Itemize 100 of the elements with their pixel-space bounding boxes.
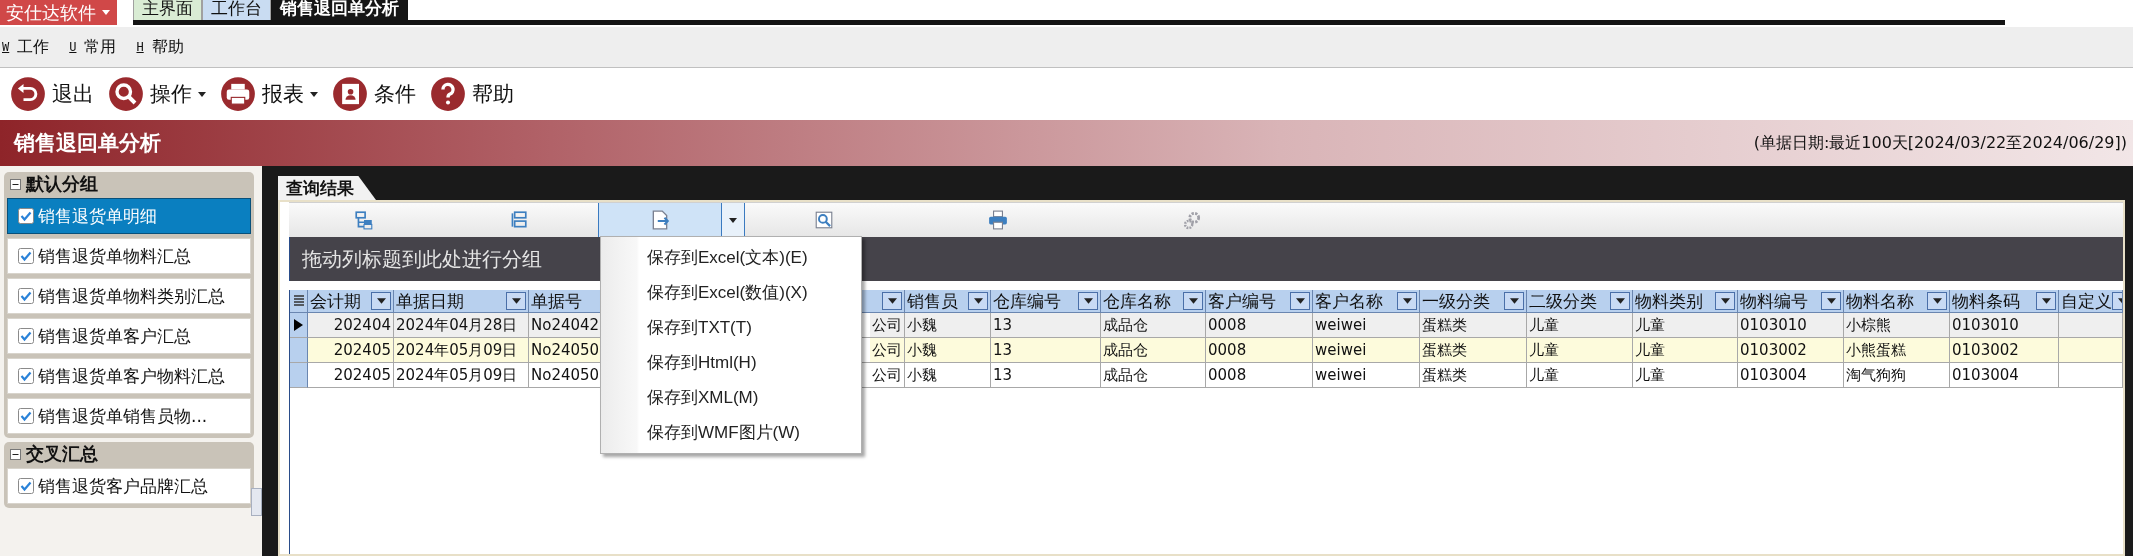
date-range-text: (单据日期:最近100天[2024/03/22至2024/06/29]) bbox=[1753, 132, 2127, 154]
filter-dropdown[interactable] bbox=[506, 292, 526, 310]
collapse-icon[interactable] bbox=[10, 178, 21, 190]
toolbar-button[interactable]: 条件 bbox=[332, 76, 416, 112]
menu-item[interactable]: 保存到XML(M) bbox=[601, 380, 861, 415]
menu-item[interactable]: W 工作 bbox=[2, 36, 50, 58]
row-indicator[interactable] bbox=[290, 313, 308, 338]
checkbox[interactable] bbox=[18, 478, 34, 494]
column-header[interactable]: 仓库名称 bbox=[1101, 290, 1206, 313]
filter-dropdown[interactable] bbox=[968, 292, 988, 310]
column-header[interactable]: 物料编号 bbox=[1738, 290, 1844, 313]
filter-dropdown[interactable] bbox=[1610, 292, 1630, 310]
dropdown-button[interactable] bbox=[722, 203, 745, 237]
results-tab[interactable]: 查询结果 bbox=[278, 176, 376, 200]
filter-dropdown[interactable] bbox=[1715, 292, 1735, 310]
table-cell: 蛋糕类 bbox=[1420, 338, 1527, 363]
sidebar-item[interactable]: 销售退货单客户物料汇总 bbox=[7, 358, 251, 394]
table-cell: 公司 bbox=[870, 313, 904, 337]
toolbar-button[interactable] bbox=[598, 203, 722, 237]
sidebar-item[interactable]: 销售退货单客户汇总 bbox=[7, 318, 251, 354]
shortcut-key: W bbox=[2, 40, 10, 54]
table-cell: 202404 bbox=[308, 313, 394, 338]
menu-item[interactable]: H 帮助 bbox=[136, 36, 184, 58]
tab[interactable]: 销售退回单分析 bbox=[271, 0, 408, 20]
filter-dropdown[interactable] bbox=[882, 292, 902, 310]
sidebar-item[interactable]: 销售退货客户品牌汇总 bbox=[7, 468, 251, 504]
tab[interactable]: 工作台 bbox=[202, 0, 271, 20]
caret-icon bbox=[376, 298, 386, 304]
menu-item[interactable]: U 常用 bbox=[69, 36, 117, 58]
filter-dropdown[interactable] bbox=[1821, 292, 1841, 310]
menu-item[interactable]: 保存到TXT(T) bbox=[601, 310, 861, 345]
current-row-icon bbox=[294, 319, 303, 331]
checkbox[interactable] bbox=[18, 328, 34, 344]
filter-dropdown[interactable] bbox=[1927, 292, 1947, 310]
table-cell: 0008 bbox=[1206, 313, 1313, 338]
table-cell: 0008 bbox=[1206, 338, 1313, 363]
filter-dropdown[interactable] bbox=[371, 292, 391, 310]
column-header[interactable]: 仓库编号 bbox=[991, 290, 1101, 313]
caret-icon bbox=[1932, 298, 1942, 304]
filter-dropdown[interactable] bbox=[1078, 292, 1098, 310]
table-cell: No24050 bbox=[529, 338, 602, 362]
column-header[interactable]: 物料名称 bbox=[1844, 290, 1950, 313]
filter-dropdown[interactable] bbox=[1397, 292, 1417, 310]
column-header[interactable]: 二级分类 bbox=[1527, 290, 1633, 313]
toolbar-button[interactable]: 退出 bbox=[10, 76, 94, 112]
checkbox[interactable] bbox=[18, 248, 34, 264]
menu-item[interactable]: 保存到WMF图片(W) bbox=[601, 415, 861, 450]
table-cell: 202405 bbox=[308, 338, 394, 363]
column-chooser-icon[interactable] bbox=[290, 290, 308, 313]
caret-icon bbox=[1188, 298, 1198, 304]
checkbox[interactable] bbox=[18, 368, 34, 384]
filter-dropdown[interactable] bbox=[1290, 292, 1310, 310]
checkbox[interactable] bbox=[18, 208, 34, 224]
group-title: 交叉汇总 bbox=[26, 442, 98, 466]
column-header[interactable]: 物料类别 bbox=[1633, 290, 1738, 313]
table-cell: 0103010 bbox=[1950, 313, 2059, 338]
menu-item[interactable]: 保存到Html(H) bbox=[601, 345, 861, 380]
menu-item[interactable]: 保存到Excel(数值)(X) bbox=[601, 275, 861, 310]
table-cell: 成品仓 bbox=[1101, 363, 1206, 388]
printer-icon bbox=[988, 210, 1008, 230]
search-icon bbox=[108, 76, 144, 112]
caret-icon bbox=[729, 217, 737, 223]
splitter-handle[interactable] bbox=[251, 488, 262, 516]
table-cell: 儿童 bbox=[1527, 338, 1633, 363]
menu-item[interactable]: 保存到Excel(文本)(E) bbox=[601, 240, 861, 275]
table-cell: 儿童 bbox=[1633, 363, 1738, 388]
filter-dropdown[interactable] bbox=[1183, 292, 1203, 310]
checkbox[interactable] bbox=[18, 288, 34, 304]
filter-dropdown[interactable] bbox=[1504, 292, 1524, 310]
table-cell: 成品仓 bbox=[1101, 338, 1206, 363]
column-header[interactable]: 会计期 bbox=[308, 290, 394, 313]
column-header[interactable]: 物料条码 bbox=[1950, 290, 2059, 313]
checkbox[interactable] bbox=[18, 408, 34, 424]
undo-icon bbox=[10, 76, 46, 112]
column-header[interactable]: 一级分类 bbox=[1420, 290, 1527, 313]
caret-icon bbox=[1295, 298, 1305, 304]
filter-dropdown[interactable] bbox=[2036, 292, 2056, 310]
table-cell: weiwei bbox=[1313, 338, 1420, 363]
table-cell: 0008 bbox=[1206, 363, 1313, 388]
caret-icon bbox=[973, 298, 983, 304]
sidebar-item[interactable]: 销售退货单销售员物... bbox=[7, 398, 251, 434]
column-header[interactable]: 单据日期 bbox=[394, 290, 529, 313]
collapse-icon[interactable] bbox=[10, 448, 21, 460]
app-menu-button[interactable]: 安仕达软件 bbox=[0, 0, 117, 25]
toolbar-button[interactable]: 操作 bbox=[108, 76, 206, 112]
toolbar-button[interactable]: 帮助 bbox=[430, 76, 514, 112]
sidebar-item[interactable]: 销售退货单明细 bbox=[7, 198, 251, 234]
column-header[interactable]: 销售员 bbox=[905, 290, 991, 313]
toolbar-button[interactable]: 报表 bbox=[220, 76, 318, 112]
table-cell: 0103002 bbox=[1950, 338, 2059, 363]
column-header[interactable]: 客户名称 bbox=[1313, 290, 1420, 313]
sidebar-item[interactable]: 销售退货单物料汇总 bbox=[7, 238, 251, 274]
table-cell: 2024年05月09日 bbox=[394, 363, 529, 388]
column-header[interactable]: 自定义 bbox=[2059, 290, 2123, 313]
sidebar-item[interactable]: 销售退货单物料类别汇总 bbox=[7, 278, 251, 314]
table-cell: weiwei bbox=[1313, 313, 1420, 338]
contact-card-icon bbox=[332, 76, 368, 112]
table-cell: 0103004 bbox=[1738, 363, 1844, 388]
tab[interactable]: 主界面 bbox=[133, 0, 202, 20]
column-header[interactable]: 客户编号 bbox=[1206, 290, 1313, 313]
